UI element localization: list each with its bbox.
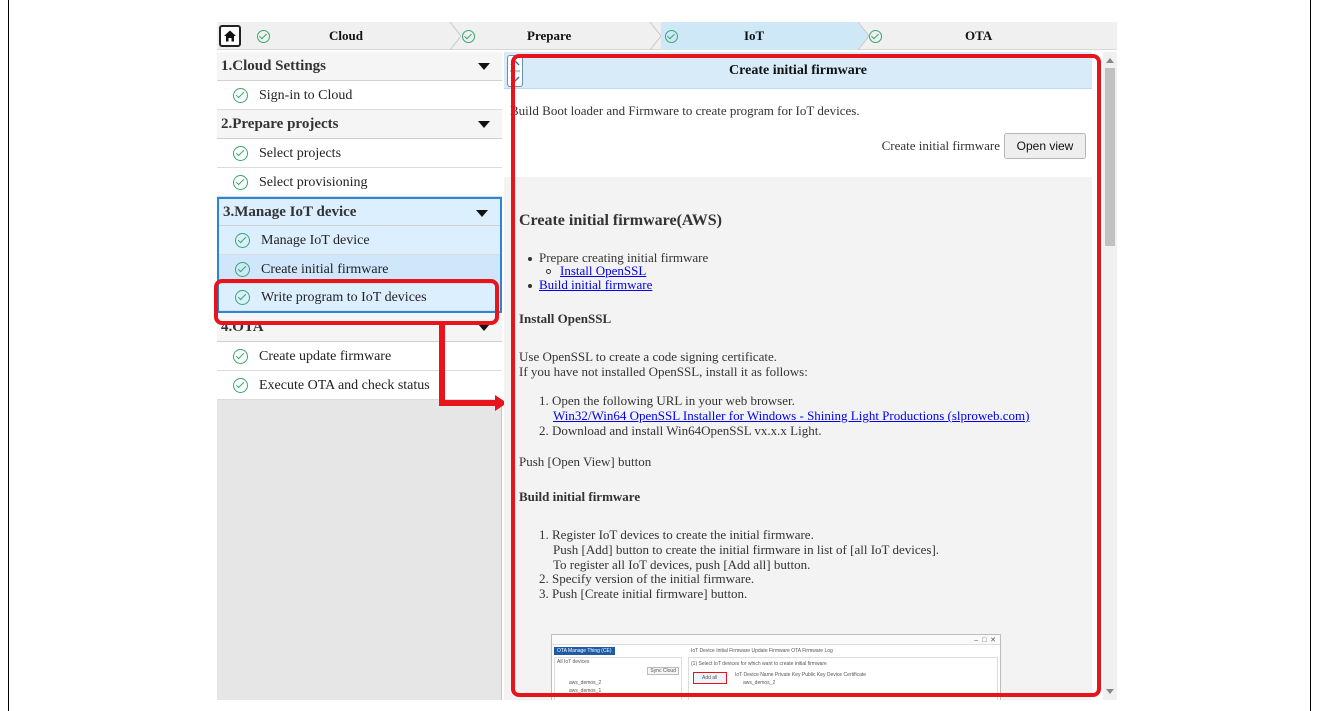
step-navigation: Cloud Prepare IoT OTA <box>217 22 1117 50</box>
section-title: 1.Cloud Settings <box>221 58 327 74</box>
scroll-thumb[interactable] <box>1105 68 1115 246</box>
callout-arrow-horizontal <box>439 400 497 406</box>
sidebar-item-manage-iot-device[interactable]: Manage IoT device <box>219 226 500 255</box>
sidebar-item-select-projects[interactable]: Select projects <box>217 139 502 168</box>
caret-down-icon <box>478 63 490 70</box>
step-separator <box>449 22 462 50</box>
frame-right-border <box>1310 0 1311 711</box>
step-label: Prepare <box>527 28 572 43</box>
highlight-box-content <box>511 54 1101 697</box>
callout-arrow-vertical <box>439 322 445 402</box>
section-cloud-settings: 1.Cloud Settings Sign-in to Cloud <box>217 52 502 110</box>
sidebar-item-label: Execute OTA and check status <box>259 378 430 393</box>
step-ota[interactable]: OTA <box>869 22 1109 50</box>
app-window: Cloud Prepare IoT OTA 1.Cloud Settings S… <box>214 22 1117 700</box>
check-circle-icon <box>233 378 248 393</box>
step-iot[interactable]: IoT <box>661 22 859 50</box>
section-prepare-projects: 2.Prepare projects Select projects Selec… <box>217 110 502 197</box>
step-label: IoT <box>744 28 765 43</box>
home-icon <box>224 30 236 42</box>
caret-down-icon <box>478 121 490 128</box>
vertical-scrollbar[interactable] <box>1103 52 1117 700</box>
step-cloud[interactable]: Cloud <box>257 22 447 50</box>
step-label: OTA <box>965 28 993 43</box>
sidebar-item-execute-ota[interactable]: Execute OTA and check status <box>217 371 502 400</box>
section-header[interactable]: 2.Prepare projects <box>217 110 502 139</box>
sidebar-item-label: Create update firmware <box>259 349 392 364</box>
frame-left-border <box>8 0 9 711</box>
section-title: 3.Manage IoT device <box>223 204 357 220</box>
section-ota: 4.OTA Create update firmware Execute OTA… <box>217 313 502 400</box>
check-circle-icon <box>233 349 248 364</box>
section-header[interactable]: 3.Manage IoT device <box>219 199 500 226</box>
home-button[interactable] <box>219 25 241 47</box>
section-title: 2.Prepare projects <box>221 116 339 132</box>
check-circle-icon <box>257 29 270 43</box>
sidebar-menu: 1.Cloud Settings Sign-in to Cloud 2.Prep… <box>217 52 502 400</box>
scroll-up-icon[interactable] <box>1106 58 1114 63</box>
sidebar-item-select-provisioning[interactable]: Select provisioning <box>217 168 502 197</box>
check-circle-icon <box>235 233 250 248</box>
sidebar-item-label: Sign-in to Cloud <box>259 88 353 103</box>
caret-down-icon <box>478 324 490 331</box>
check-circle-icon <box>233 146 248 161</box>
check-circle-icon <box>233 175 248 190</box>
step-prepare[interactable]: Prepare <box>462 22 652 50</box>
section-header[interactable]: 1.Cloud Settings <box>217 52 502 81</box>
sidebar-item-create-update-firmware[interactable]: Create update firmware <box>217 342 502 371</box>
check-circle-icon <box>233 88 248 103</box>
sidebar-item-label: Select projects <box>259 146 342 161</box>
sidebar-item-sign-in[interactable]: Sign-in to Cloud <box>217 81 502 110</box>
sidebar: 1.Cloud Settings Sign-in to Cloud 2.Prep… <box>214 52 507 700</box>
sidebar-item-label: Create initial firmware <box>261 262 389 277</box>
sidebar-item-label: Manage IoT device <box>261 233 370 248</box>
caret-down-icon <box>476 210 488 217</box>
highlight-box-sidebar <box>214 279 499 325</box>
step-label: Cloud <box>329 28 363 43</box>
check-circle-icon <box>665 29 678 43</box>
check-circle-icon <box>462 29 475 43</box>
check-circle-icon <box>869 29 882 43</box>
check-circle-icon <box>235 262 250 277</box>
scroll-down-icon[interactable] <box>1106 689 1114 694</box>
sidebar-item-label: Select provisioning <box>259 175 368 190</box>
